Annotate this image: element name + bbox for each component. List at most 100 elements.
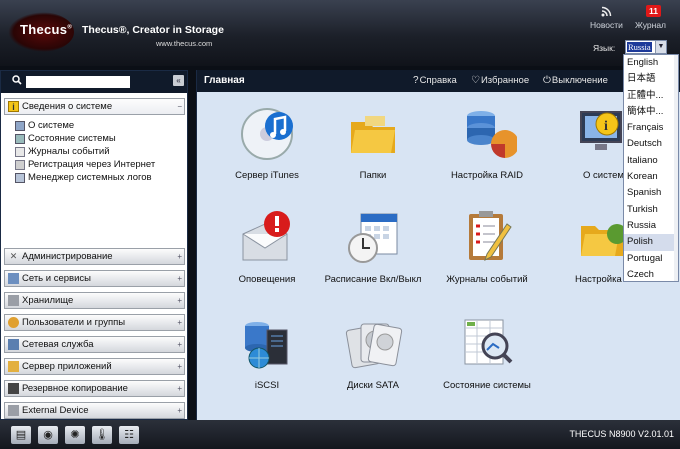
language-option[interactable]: Italiano <box>624 153 678 169</box>
section-backup[interactable]: Резервное копирование + <box>4 380 185 397</box>
expand-icon[interactable]: + <box>177 315 182 330</box>
system-status-icon <box>457 314 517 374</box>
language-option[interactable]: Czech <box>624 267 678 281</box>
language-label: Язык: <box>593 43 616 53</box>
journal-badge: 11 <box>646 5 661 17</box>
help-label: Справка <box>419 75 457 86</box>
section-label: Сервер приложений <box>22 361 112 372</box>
heart-icon: ♡ <box>471 75 480 86</box>
tile-label: Журналы событий <box>446 274 528 285</box>
tile-folders[interactable]: Папки <box>323 104 423 181</box>
dropdown-scrollbar[interactable] <box>674 55 678 281</box>
expand-icon[interactable]: + <box>177 293 182 308</box>
raid-icon <box>457 104 519 164</box>
expand-icon[interactable]: + <box>177 271 182 286</box>
section-system-info[interactable]: i Сведения о системе − <box>4 98 185 115</box>
expand-icon[interactable]: + <box>177 337 182 352</box>
tile-notifications[interactable]: Оповещения <box>217 208 317 285</box>
tile-label: Папки <box>359 170 387 181</box>
tree-item-register[interactable]: Регистрация через Интернет <box>15 158 155 171</box>
language-option[interactable]: 正體中... <box>624 88 678 104</box>
tree-item-syslog[interactable]: Менеджер системных логов <box>15 171 155 184</box>
expand-icon[interactable]: + <box>177 359 182 374</box>
cd-icon[interactable]: ◉ <box>38 426 58 444</box>
app-server-icon <box>8 361 19 372</box>
section-network[interactable]: Сеть и сервисы + <box>4 270 185 287</box>
logo-text: Thecus® <box>20 22 73 37</box>
expand-icon[interactable]: + <box>177 381 182 396</box>
language-option[interactable]: Turkish <box>624 202 678 218</box>
shutdown-button[interactable]: ⏻Выключение <box>543 75 608 86</box>
tree-item-about[interactable]: О системе <box>15 119 155 132</box>
disk-icon[interactable]: ▤ <box>11 426 31 444</box>
tree-item-status[interactable]: Состояние системы <box>15 132 155 145</box>
network-icon[interactable]: ☷ <box>119 426 139 444</box>
tile-about-system[interactable]: i О систем <box>547 104 627 181</box>
favorites-label: Избранное <box>480 75 530 86</box>
register-icon <box>15 160 25 170</box>
tile-iscsi[interactable]: iSCSI <box>217 314 317 391</box>
tile-setup[interactable]: Настройка Е <box>547 208 631 285</box>
thermometer-icon[interactable]: 🌡 <box>92 426 112 444</box>
tile-raid[interactable]: Настройка RAID <box>437 104 537 181</box>
section-app-server[interactable]: Сервер приложений + <box>4 358 185 375</box>
language-option[interactable]: 簡体中... <box>624 104 678 120</box>
language-option[interactable]: English <box>624 55 678 71</box>
notification-icon <box>237 208 297 268</box>
external-device-icon <box>8 405 19 416</box>
tree-item-logs[interactable]: Журналы событий <box>15 145 155 158</box>
about-icon <box>15 121 25 131</box>
section-label: Администрирование <box>22 251 113 262</box>
sidebar: « i Сведения о системе − О системе Состо… <box>0 70 188 420</box>
section-label: Сетевая служба <box>22 339 94 350</box>
section-label: Пользователи и группы <box>22 317 126 328</box>
tile-label: Настройка Е <box>575 274 631 285</box>
help-button[interactable]: ?Справка <box>413 75 457 86</box>
section-storage[interactable]: Хранилище + <box>4 292 185 309</box>
section-network-service[interactable]: Сетевая служба + <box>4 336 185 353</box>
tile-itunes[interactable]: Сервер iTunes <box>217 104 317 181</box>
search-input[interactable] <box>26 76 130 88</box>
backup-icon <box>8 383 19 394</box>
tile-sata-disks[interactable]: Диски SATA <box>323 314 423 391</box>
language-option-highlighted[interactable]: Polish <box>624 234 678 251</box>
system-info-tree: О системе Состояние системы Журналы собы… <box>15 119 155 184</box>
tile-label: Диски SATA <box>347 380 399 391</box>
expand-icon[interactable]: + <box>177 249 182 264</box>
tile-system-status[interactable]: Состояние системы <box>437 314 537 391</box>
language-option[interactable]: Français <box>624 120 678 136</box>
search-icon <box>12 75 22 88</box>
favorites-button[interactable]: ♡Избранное <box>471 75 529 86</box>
language-dropdown: English 日本語 正體中... 簡体中... Français Deuts… <box>623 54 679 282</box>
language-option[interactable]: Russia <box>624 218 678 234</box>
section-users[interactable]: Пользователи и группы + <box>4 314 185 331</box>
language-option[interactable]: Portugal <box>624 251 678 267</box>
news-label: Новости <box>590 20 623 30</box>
fan-icon[interactable]: ✺ <box>65 426 85 444</box>
section-label: Сеть и сервисы <box>22 273 91 284</box>
section-external-device[interactable]: External Device + <box>4 402 185 419</box>
tree-item-label: О системе <box>28 120 75 131</box>
folders-icon <box>343 104 403 164</box>
collapse-sidebar-icon[interactable]: « <box>173 75 184 86</box>
tile-schedule[interactable]: Расписание Вкл/Выкл <box>323 208 423 285</box>
language-option[interactable]: Deutsch <box>624 136 678 152</box>
language-option[interactable]: Spanish <box>624 185 678 201</box>
tile-label: iSCSI <box>254 380 280 391</box>
section-administration[interactable]: ✕ Администрирование + <box>4 248 185 265</box>
collapse-icon[interactable]: − <box>177 99 182 114</box>
language-option[interactable]: 日本語 <box>624 71 678 87</box>
news-button[interactable]: Новости <box>590 6 623 30</box>
tile-event-log[interactable]: Журналы событий <box>437 208 537 285</box>
expand-icon[interactable]: + <box>177 403 182 418</box>
model-version: THECUS N8900 V2.01.01 <box>569 429 674 439</box>
chevron-down-icon[interactable]: ▼ <box>655 41 666 53</box>
status-icon <box>15 134 25 144</box>
shutdown-label: Выключение <box>551 75 608 86</box>
site-url: www.thecus.com <box>156 39 213 48</box>
language-option[interactable]: Korean <box>624 169 678 185</box>
tree-item-label: Состояние системы <box>28 133 116 144</box>
tools-icon: ✕ <box>9 251 18 261</box>
language-select[interactable]: Russia ▼ <box>625 40 667 54</box>
network-service-icon <box>8 339 19 350</box>
